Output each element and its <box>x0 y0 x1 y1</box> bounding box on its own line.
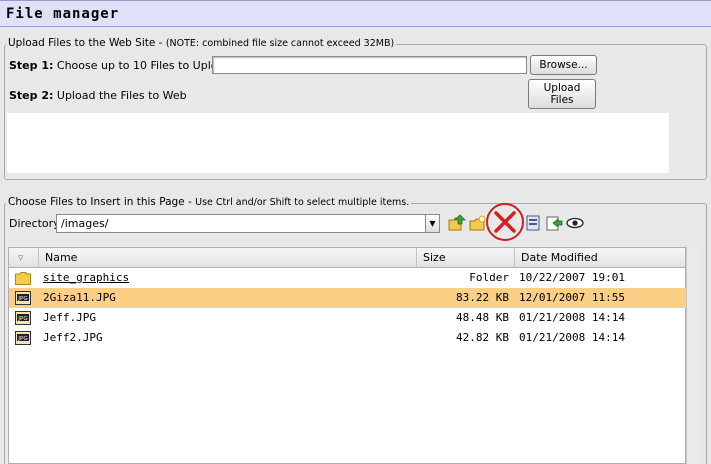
folder-icon <box>15 271 31 285</box>
delete-icon[interactable] <box>492 209 518 235</box>
column-header-name[interactable]: Name <box>39 248 417 268</box>
file-name[interactable]: Jeff2.JPG <box>43 328 103 348</box>
file-name[interactable]: Jeff.JPG <box>43 308 96 328</box>
browse-button[interactable]: Browse... <box>530 55 597 75</box>
file-size: 48.48 KB <box>456 311 509 324</box>
choose-legend: Choose Files to Insert in this Page - Us… <box>6 196 412 208</box>
table-row[interactable]: JPG Jeff.JPG 48.48 KB 01/21/2008 14:14 <box>9 308 687 328</box>
jpg-icon: JPG <box>15 291 31 305</box>
svg-text:JPG: JPG <box>17 316 27 322</box>
table-row[interactable]: site_graphics Folder 10/22/2007 19:01 <box>9 268 687 288</box>
step2-heading: Step 2: <box>9 89 54 102</box>
browse-button-label: Browse... <box>539 59 588 71</box>
file-date: 01/21/2008 14:14 <box>519 311 625 324</box>
file-name[interactable]: 2Giza11.JPG <box>43 288 116 308</box>
chevron-down-icon[interactable]: ▼ <box>425 215 439 232</box>
upload-legend: Upload Files to the Web Site - (NOTE: co… <box>6 37 397 49</box>
directory-select[interactable]: /images/ ▼ <box>56 214 440 233</box>
directory-label: Directory <box>9 217 60 230</box>
choose-legend-text: Choose Files to Insert in this Page - <box>8 196 196 208</box>
upload-legend-text: Upload Files to the Web Site - <box>8 37 166 49</box>
file-size: 83.22 KB <box>456 291 509 304</box>
step2-text: Upload the Files to Web <box>53 89 187 102</box>
step1-text: Choose up to 10 Files to Upload <box>53 59 232 72</box>
upload-queue-area <box>7 113 669 173</box>
svg-text:JPG: JPG <box>17 296 27 302</box>
title-bar: File manager <box>0 0 711 27</box>
file-list[interactable]: ▿ Name Size Date Modified site_graphics F… <box>8 247 687 464</box>
choose-legend-note: Use Ctrl and/or Shift to select multiple… <box>195 197 410 208</box>
preview-icon[interactable] <box>566 214 584 232</box>
file-date: 01/21/2008 14:14 <box>519 331 625 344</box>
insert-icon[interactable] <box>545 214 563 232</box>
upload-button-line1: Upload <box>543 82 581 94</box>
file-size: Folder <box>469 271 509 284</box>
column-header-date[interactable]: Date Modified <box>515 248 687 268</box>
table-row[interactable]: JPG 2Giza11.JPG 83.22 KB 12/01/2007 11:55 <box>9 288 687 308</box>
file-date: 12/01/2007 11:55 <box>519 291 625 304</box>
svg-text:JPG: JPG <box>17 336 27 342</box>
column-header-size[interactable]: Size <box>417 248 515 268</box>
file-list-header: ▿ Name Size Date Modified <box>9 248 685 268</box>
step2-label: Step 2: Upload the Files to Web <box>9 89 187 102</box>
page-title: File manager <box>6 6 120 22</box>
jpg-icon: JPG <box>15 311 31 325</box>
step1-heading: Step 1: <box>9 59 54 72</box>
step1-label: Step 1: Choose up to 10 Files to Upload <box>9 59 231 72</box>
upload-file-field[interactable] <box>212 56 527 74</box>
upload-files-button[interactable]: Upload Files <box>528 79 596 109</box>
file-list-scrollbar[interactable] <box>686 247 700 464</box>
sort-toggle[interactable]: ▿ <box>9 248 39 268</box>
table-row[interactable]: JPG Jeff2.JPG 42.82 KB 01/21/2008 14:14 <box>9 328 687 348</box>
upload-legend-note: (NOTE: combined file size cannot exceed … <box>165 38 395 49</box>
new-folder-icon[interactable] <box>469 214 487 232</box>
properties-icon[interactable] <box>524 214 542 232</box>
file-size: 42.82 KB <box>456 331 509 344</box>
directory-value: /images/ <box>61 217 109 230</box>
upload-button-line2: Files <box>550 94 574 106</box>
file-name[interactable]: site_graphics <box>43 268 129 288</box>
file-date: 10/22/2007 19:01 <box>519 271 625 284</box>
folder-up-icon[interactable] <box>448 214 466 232</box>
jpg-icon: JPG <box>15 331 31 345</box>
